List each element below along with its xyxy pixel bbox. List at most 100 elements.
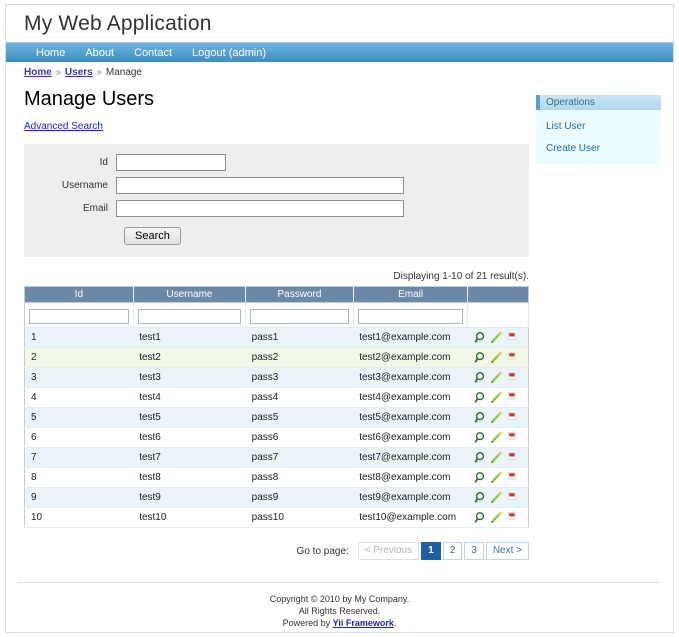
update-icon[interactable] (490, 391, 505, 405)
menu-item-logout[interactable]: Logout (admin) (182, 44, 276, 63)
update-icon[interactable] (490, 471, 505, 485)
view-icon[interactable] (474, 371, 489, 385)
sidebar: Operations List User Create User (536, 95, 661, 174)
footer-yii-link[interactable]: Yii Framework (333, 618, 394, 628)
delete-icon[interactable] (506, 411, 521, 425)
breadcrumb-link-users[interactable]: Users (65, 67, 93, 78)
cell-email: test2@example.com (353, 348, 468, 368)
cell-password: pass1 (246, 328, 354, 348)
pager-page-2[interactable]: 2 (443, 542, 463, 560)
pager-previous: < Previous (358, 542, 420, 560)
search-input-email[interactable] (116, 200, 404, 217)
cell-email: test1@example.com (353, 328, 468, 348)
column-header-email[interactable]: Email (353, 287, 468, 303)
pager-page-2-label[interactable]: 2 (443, 542, 463, 560)
search-row-email: Email (24, 200, 529, 217)
pager-next[interactable]: Next > (486, 542, 529, 560)
delete-icon[interactable] (506, 491, 521, 505)
update-icon[interactable] (490, 411, 505, 425)
search-label-email: Email (24, 203, 116, 214)
view-icon[interactable] (474, 351, 489, 365)
table-row[interactable]: 6test6pass6test6@example.com (25, 428, 529, 448)
delete-icon[interactable] (506, 391, 521, 405)
view-icon[interactable] (474, 511, 489, 525)
cell-email: test10@example.com (353, 508, 468, 528)
pager-page-1-label[interactable]: 1 (421, 542, 441, 560)
search-input-id[interactable] (116, 154, 226, 171)
cell-username: test2 (133, 348, 245, 368)
table-row[interactable]: 1test1pass1test1@example.com (25, 328, 529, 348)
filter-cell-id (25, 303, 134, 328)
search-row-submit: Search (24, 227, 529, 245)
view-icon[interactable] (474, 411, 489, 425)
view-icon[interactable] (474, 431, 489, 445)
site-footer: Copyright © 2010 by My Company. All Righ… (18, 582, 661, 629)
delete-icon[interactable] (506, 471, 521, 485)
page-container: My Web Application Home About Contact Lo… (0, 0, 679, 637)
view-icon[interactable] (474, 391, 489, 405)
filter-input-password[interactable] (250, 309, 349, 324)
menu-item-contact[interactable]: Contact (124, 44, 182, 63)
cell-password: pass2 (246, 348, 354, 368)
delete-icon[interactable] (506, 371, 521, 385)
filter-cell-username (133, 303, 245, 328)
update-icon[interactable] (490, 331, 505, 345)
delete-icon[interactable] (506, 431, 521, 445)
main-menu-list: Home About Contact Logout (admin) (6, 43, 673, 63)
menu-item-about[interactable]: About (75, 44, 124, 63)
sidebar-link-list-user[interactable]: List User (546, 121, 585, 132)
table-row[interactable]: 5test5pass5test5@example.com (25, 408, 529, 428)
sidebar-link-create-user[interactable]: Create User (546, 143, 600, 154)
table-row[interactable]: 10test10pass10test10@example.com (25, 508, 529, 528)
update-icon[interactable] (490, 431, 505, 445)
column-header-id[interactable]: Id (25, 287, 134, 303)
search-button[interactable]: Search (124, 227, 181, 245)
view-icon[interactable] (474, 331, 489, 345)
view-icon[interactable] (474, 451, 489, 465)
delete-icon[interactable] (506, 511, 521, 525)
cell-email: test9@example.com (353, 488, 468, 508)
cell-username: test9 (133, 488, 245, 508)
filter-input-username[interactable] (138, 309, 241, 324)
view-icon[interactable] (474, 471, 489, 485)
operations-list: List User Create User (536, 114, 661, 158)
breadcrumb-separator: » (55, 67, 63, 78)
table-row[interactable]: 9test9pass9test9@example.com (25, 488, 529, 508)
filter-input-email[interactable] (358, 309, 464, 324)
update-icon[interactable] (490, 371, 505, 385)
pager-page-3-label[interactable]: 3 (464, 542, 484, 560)
table-row[interactable]: 8test8pass8test8@example.com (25, 468, 529, 488)
table-row[interactable]: 2test2pass2test2@example.com (25, 348, 529, 368)
filter-input-id[interactable] (29, 309, 129, 324)
menu-item-home[interactable]: Home (26, 44, 75, 63)
cell-actions (468, 348, 529, 368)
portlet-content: List User Create User (536, 110, 661, 164)
search-input-username[interactable] (116, 177, 404, 194)
update-icon[interactable] (490, 451, 505, 465)
pager-page-1[interactable]: 1 (421, 542, 441, 560)
delete-icon[interactable] (506, 331, 521, 345)
column-header-password[interactable]: Password (246, 287, 354, 303)
pager-list: < Previous 1 2 3 Next > (356, 542, 529, 560)
menu-item-home-wrap: Home (26, 44, 75, 63)
search-row-username: Username (24, 177, 529, 194)
table-row[interactable]: 4test4pass4test4@example.com (25, 388, 529, 408)
filter-cell-email (353, 303, 468, 328)
pager: Go to page: < Previous 1 2 3 Next > (24, 542, 529, 560)
pager-next-label[interactable]: Next > (486, 542, 529, 560)
update-icon[interactable] (490, 511, 505, 525)
cell-email: test5@example.com (353, 408, 468, 428)
table-row[interactable]: 3test3pass3test3@example.com (25, 368, 529, 388)
pager-page-3[interactable]: 3 (464, 542, 484, 560)
footer-rights: All Rights Reserved. (18, 605, 661, 617)
view-icon[interactable] (474, 491, 489, 505)
breadcrumb-link-home[interactable]: Home (24, 67, 52, 78)
advanced-search-link[interactable]: Advanced Search (24, 121, 103, 132)
update-icon[interactable] (490, 351, 505, 365)
column-header-username[interactable]: Username (133, 287, 245, 303)
table-row[interactable]: 7test7pass7test7@example.com (25, 448, 529, 468)
table-filter-row (25, 303, 529, 328)
delete-icon[interactable] (506, 451, 521, 465)
update-icon[interactable] (490, 491, 505, 505)
delete-icon[interactable] (506, 351, 521, 365)
